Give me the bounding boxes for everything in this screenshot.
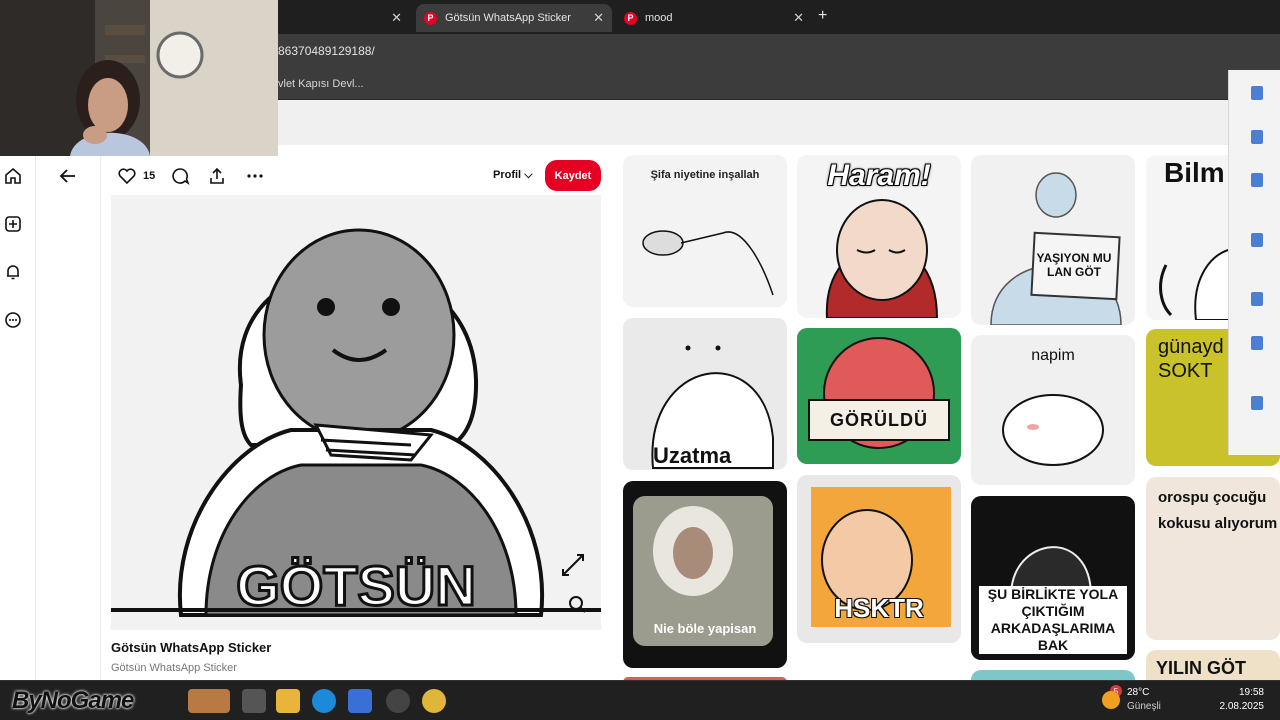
sticker-text: GÖTSÜN (236, 554, 476, 617)
pinterest-icon: P (424, 11, 437, 25)
expand-icon[interactable] (562, 554, 584, 576)
clock-time[interactable]: 19:58 (1200, 687, 1264, 698)
feed-pin[interactable]: Uzatma (623, 318, 787, 470)
document-icon[interactable] (1251, 173, 1263, 187)
heart-icon[interactable] (117, 166, 137, 186)
pin-image[interactable]: GÖTSÜN (111, 195, 601, 630)
sticker-illustration: GÖTSÜN (111, 228, 601, 619)
clock-date[interactable]: 2.08.2025 (1200, 701, 1265, 712)
tab-mood[interactable]: P mood ✕ (616, 4, 812, 32)
feed-pin[interactable]: ŞU BİRLİKTE YOLA ÇIKTIĞIM ARKADAŞLARIMA … (971, 496, 1135, 660)
chevron-down-icon: ⌵ (524, 169, 533, 181)
tab-previous[interactable]: ✕ (282, 4, 410, 32)
edge-icon[interactable] (312, 689, 336, 713)
comment-icon[interactable] (170, 166, 190, 186)
save-button[interactable]: Kaydet (545, 160, 601, 191)
pin-detail-panel: 15 Profil ⌵ Kaydet GÖTSÜN Götsün WhatsAp… (36, 155, 612, 680)
like-count: 15 (143, 170, 156, 182)
file-explorer-icon[interactable] (276, 689, 300, 713)
chrome-icon[interactable] (422, 689, 446, 713)
task-view-icon[interactable] (242, 689, 266, 713)
app-icon[interactable] (386, 689, 410, 713)
bell-icon[interactable] (4, 263, 22, 281)
document-icon[interactable] (1251, 336, 1263, 350)
pin-caption: HSKTR (834, 593, 924, 623)
left-nav (0, 155, 36, 680)
sun-icon[interactable] (1102, 691, 1120, 709)
url-text[interactable]: 86370489129188/ (278, 44, 375, 58)
document-icon[interactable] (1251, 292, 1263, 306)
pin-caption: Nie böle yapisan (653, 621, 757, 636)
tab-label: mood (645, 12, 673, 24)
search-box[interactable] (188, 689, 230, 713)
pin-caption: GÖRÜLDÜ (830, 410, 928, 430)
feed-pin[interactable]: Haram! (797, 155, 961, 318)
pinterest-page: 15 Profil ⌵ Kaydet GÖTSÜN Götsün WhatsAp… (0, 100, 1280, 690)
pin-caption: napim (1031, 347, 1075, 364)
close-icon[interactable]: ✕ (593, 10, 604, 26)
feed-pin[interactable]: HSKTR (797, 475, 961, 643)
weather-description[interactable]: Güneşli (1127, 701, 1161, 712)
taskbar: ByNoGame 5 28°C Güneşli 19:58 2.08.2025 (0, 680, 1280, 720)
close-icon[interactable]: ✕ (793, 10, 804, 26)
weather-temperature[interactable]: 28°C (1127, 687, 1149, 698)
document-icon[interactable] (1251, 396, 1263, 410)
feed-pin[interactable]: Nie böle yapisan (623, 481, 787, 668)
divider (100, 155, 101, 680)
screen: ✕ P Götsün WhatsApp Sticker ✕ P mood ✕ +… (0, 0, 1280, 720)
feed-pin[interactable]: GÖRÜLDÜ (797, 328, 961, 464)
tab-gotsun-sticker[interactable]: P Götsün WhatsApp Sticker ✕ (416, 4, 612, 32)
pin-subtitle: Götsün WhatsApp Sticker (111, 662, 237, 674)
feed-pin[interactable]: Şifa niyetine inşallah (623, 155, 787, 307)
man-with-sign-illustration (990, 172, 1122, 325)
bookmark-item[interactable]: vlet Kapısı Devl... (278, 78, 364, 90)
more-icon[interactable] (245, 166, 265, 186)
store-icon[interactable] (348, 689, 372, 713)
pin-caption: YAŞIYON MU LAN GÖT (1036, 251, 1112, 279)
share-icon[interactable] (207, 166, 227, 186)
woman-photo (633, 496, 773, 646)
pin-caption: ŞU BİRLİKTE YOLA ÇIKTIĞIM ARKADAŞLARIMA … (987, 586, 1119, 653)
feed-pin[interactable]: orospu çocuğu kokusu alıyorum (1146, 477, 1280, 640)
pin-caption: YILIN GÖT (1156, 658, 1246, 678)
pin-caption: orospu çocuğu kokusu alıyorum (1158, 489, 1278, 532)
pin-caption: Uzatma (653, 443, 732, 468)
document-icon[interactable] (1251, 233, 1263, 247)
feed-pin[interactable]: YAŞIYON MU LAN GÖT (971, 155, 1135, 325)
webcam-feed (0, 0, 278, 156)
side-panel (1228, 70, 1280, 455)
goruldu-illustration (808, 337, 950, 449)
webcam-overlay (0, 0, 278, 156)
pinterest-icon: P (624, 11, 637, 25)
create-icon[interactable] (4, 215, 22, 233)
back-arrow-icon[interactable] (58, 166, 78, 186)
channel-watermark: ByNoGame (12, 687, 134, 714)
home-icon[interactable] (4, 167, 22, 185)
profile-dropdown[interactable]: Profil ⌵ (493, 169, 533, 182)
pin-title: Götsün WhatsApp Sticker (111, 640, 272, 655)
close-icon[interactable]: ✕ (391, 10, 402, 26)
feed-pin[interactable]: napim (971, 335, 1135, 485)
profile-label: Profil (493, 169, 522, 181)
document-icon[interactable] (1251, 130, 1263, 144)
pin-caption: Haram! (827, 159, 931, 192)
document-icon[interactable] (1251, 86, 1263, 100)
new-tab-button[interactable]: + (818, 7, 827, 25)
messages-icon[interactable] (4, 311, 22, 329)
tab-label: Götsün WhatsApp Sticker (445, 12, 571, 24)
pin-caption: Şifa niyetine inşallah (650, 169, 760, 181)
